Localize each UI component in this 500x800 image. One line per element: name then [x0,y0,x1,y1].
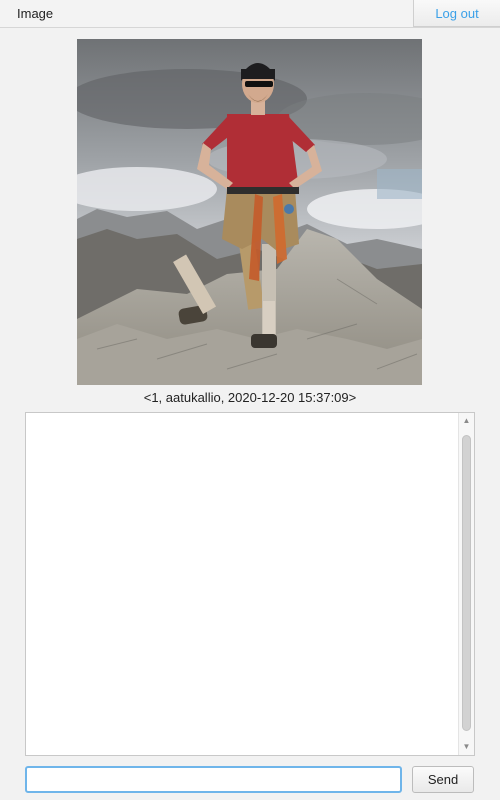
scroll-thumb[interactable] [462,435,471,731]
message-input[interactable] [25,766,402,793]
send-button[interactable]: Send [412,766,474,793]
chat-log[interactable]: ▲ ▼ [25,412,475,756]
logout-button[interactable]: Log out [413,0,500,27]
image-caption: <1, aatukallio, 2020-12-20 15:37:09> [143,390,357,405]
window-title: Image [17,6,54,21]
scroll-up-arrow-icon[interactable]: ▲ [459,413,474,429]
chat-scrollbar[interactable]: ▲ ▼ [458,413,474,755]
climber-photo [77,39,422,385]
scroll-down-arrow-icon[interactable]: ▼ [459,739,474,755]
image-window: Image Log out <1, aatukallio, 2020-12-20… [0,0,500,800]
header-bar: Image Log out [0,0,500,28]
